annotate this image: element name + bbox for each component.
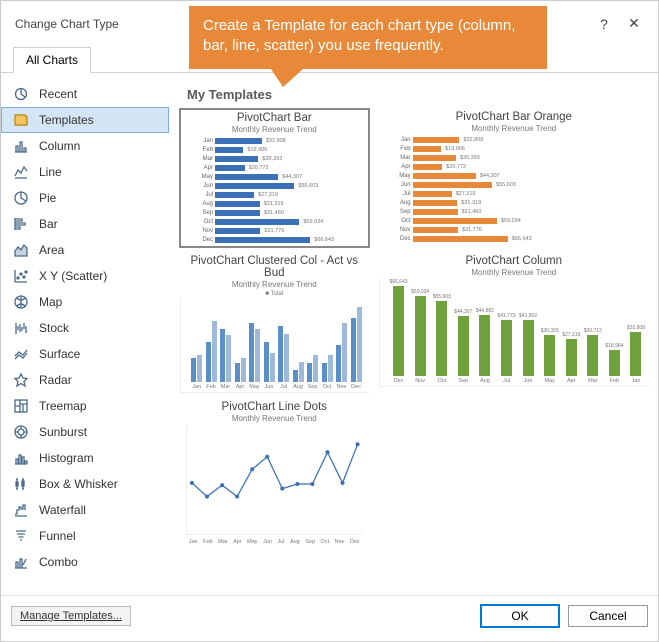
sidebar-item-label: Funnel xyxy=(39,529,76,543)
ok-button[interactable]: OK xyxy=(480,604,560,628)
sidebar-item-line[interactable]: Line xyxy=(1,159,169,185)
sidebar-item-label: Radar xyxy=(39,373,72,387)
tab-all-charts[interactable]: All Charts xyxy=(13,47,91,73)
template-subtitle: Monthly Revenue Trend xyxy=(180,414,369,423)
templates-panel: My Templates PivotChart BarMonthly Reven… xyxy=(169,73,658,595)
sidebar-item-label: Surface xyxy=(39,347,80,361)
sidebar-item-templates[interactable]: Templates xyxy=(1,107,169,133)
sidebar-item-label: Column xyxy=(39,139,80,153)
dialog-title: Change Chart Type xyxy=(15,17,119,31)
bar-chart: Jan$32,808Feb$19,906Mar$30,393Apr$20,772… xyxy=(181,136,368,246)
chart-type-icon xyxy=(13,346,29,362)
sidebar-item-label: Pie xyxy=(39,191,56,205)
sidebar-item-treemap[interactable]: Treemap xyxy=(1,393,169,419)
chart-type-icon xyxy=(13,242,29,258)
chart-type-icon xyxy=(13,502,29,518)
chart-type-icon xyxy=(13,216,29,232)
cancel-button[interactable]: Cancel xyxy=(568,605,648,627)
sidebar-item-label: Sunburst xyxy=(39,425,87,439)
chart-type-icon xyxy=(13,372,29,388)
sidebar-item-label: Box & Whisker xyxy=(39,477,118,491)
close-icon[interactable]: ✕ xyxy=(624,15,644,32)
sidebar-item-combo[interactable]: Combo xyxy=(1,549,169,575)
chart-type-icon xyxy=(13,86,29,102)
sidebar-item-bar[interactable]: Bar xyxy=(1,211,169,237)
template-thumb[interactable]: PivotChart ColumnMonthly Revenue Trend $6… xyxy=(378,252,650,394)
sidebar-item-column[interactable]: Column xyxy=(1,133,169,159)
chart-type-icon xyxy=(13,112,29,128)
template-thumb[interactable]: PivotChart Clustered Col - Act vs BudMon… xyxy=(179,252,370,394)
chart-type-icon xyxy=(13,450,29,466)
template-title: PivotChart Clustered Col - Act vs Bud xyxy=(180,253,369,279)
manage-templates-button[interactable]: Manage Templates... xyxy=(11,606,131,626)
sidebar-item-map[interactable]: Map xyxy=(1,289,169,315)
template-title: PivotChart Bar xyxy=(181,110,368,124)
template-title: PivotChart Line Dots xyxy=(180,399,369,413)
sidebar-item-surface[interactable]: Surface xyxy=(1,341,169,367)
chart-type-icon xyxy=(13,294,29,310)
sidebar-item-label: Area xyxy=(39,243,64,257)
chart-type-icon xyxy=(13,164,29,180)
chart-type-icon xyxy=(13,138,29,154)
template-thumb[interactable]: PivotChart Line DotsMonthly Revenue Tren… xyxy=(179,398,370,549)
sidebar-item-label: Templates xyxy=(39,113,94,127)
sidebar-item-label: Bar xyxy=(39,217,58,231)
sidebar-item-box-whisker[interactable]: Box & Whisker xyxy=(1,471,169,497)
sidebar-item-label: Treemap xyxy=(39,399,87,413)
sidebar-item-stock[interactable]: Stock xyxy=(1,315,169,341)
template-thumb[interactable]: PivotChart Bar OrangeMonthly Revenue Tre… xyxy=(378,108,650,248)
sidebar-item-label: Stock xyxy=(39,321,69,335)
sidebar-item-histogram[interactable]: Histogram xyxy=(1,445,169,471)
sidebar-item-sunburst[interactable]: Sunburst xyxy=(1,419,169,445)
section-title: My Templates xyxy=(187,87,650,102)
sidebar-item-label: Waterfall xyxy=(39,503,86,517)
sidebar-item-label: X Y (Scatter) xyxy=(39,269,107,283)
chart-type-icon xyxy=(13,268,29,284)
sidebar-item-recent[interactable]: Recent xyxy=(1,81,169,107)
chart-type-icon xyxy=(13,528,29,544)
help-icon[interactable]: ? xyxy=(594,16,614,32)
line-chart xyxy=(186,425,363,535)
clustered-column-chart: JanFebMarAprMayJunJulAugSepOctNovDec xyxy=(180,297,369,393)
chart-type-icon xyxy=(13,398,29,414)
chart-type-icon xyxy=(13,554,29,570)
sidebar-item-label: Map xyxy=(39,295,62,309)
template-thumb[interactable]: PivotChart BarMonthly Revenue Trend Jan$3… xyxy=(179,108,370,248)
chart-type-icon xyxy=(13,320,29,336)
chart-type-icon xyxy=(13,424,29,440)
sidebar-item-funnel[interactable]: Funnel xyxy=(1,523,169,549)
bar-chart: Jan$32,808Feb$19,906Mar$30,393Apr$20,772… xyxy=(379,135,649,245)
column-chart: $66,643Dec$59,034Nov$55,603Oct$44,307Sep… xyxy=(379,279,649,387)
template-title: PivotChart Column xyxy=(379,253,649,267)
template-subtitle: Monthly Revenue Trend xyxy=(379,268,649,277)
dialog-footer: Manage Templates... OK Cancel xyxy=(1,595,658,636)
tip-callout: Create a Template for each chart type (c… xyxy=(189,6,547,69)
template-subtitle: Monthly Revenue Trend xyxy=(180,280,369,289)
sidebar-item-label: Recent xyxy=(39,87,77,101)
sidebar-item-area[interactable]: Area xyxy=(1,237,169,263)
template-subtitle: Monthly Revenue Trend xyxy=(181,125,368,134)
template-title: PivotChart Bar Orange xyxy=(379,109,649,123)
sidebar-item-radar[interactable]: Radar xyxy=(1,367,169,393)
sidebar-item-x-y-scatter-[interactable]: X Y (Scatter) xyxy=(1,263,169,289)
sidebar-item-label: Histogram xyxy=(39,451,94,465)
chart-type-icon xyxy=(13,476,29,492)
chart-type-sidebar: Recent Templates Column Line Pie Bar Area X Y (… xyxy=(1,73,169,595)
template-subtitle: Monthly Revenue Trend xyxy=(379,124,649,133)
sidebar-item-pie[interactable]: Pie xyxy=(1,185,169,211)
sidebar-item-waterfall[interactable]: Waterfall xyxy=(1,497,169,523)
sidebar-item-label: Combo xyxy=(39,555,78,569)
chart-type-icon xyxy=(13,190,29,206)
sidebar-item-label: Line xyxy=(39,165,62,179)
